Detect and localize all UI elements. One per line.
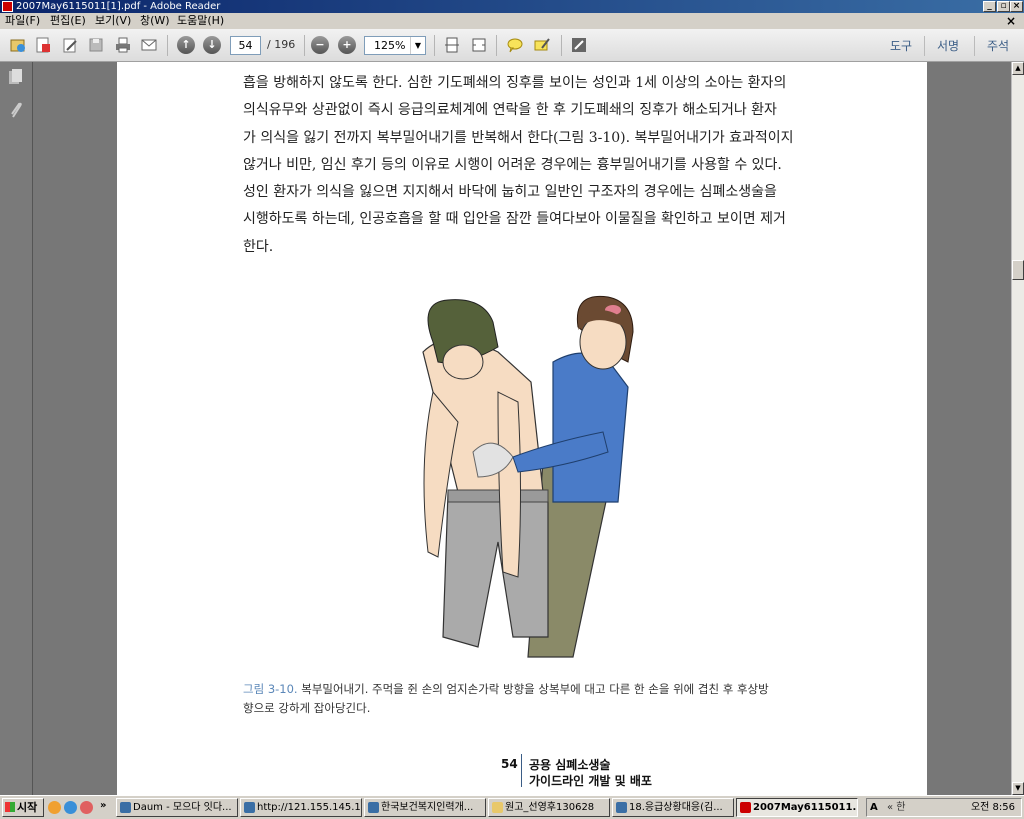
taskbar: 시작 » Daum - 모으다 잇다... http://121.155.145…	[0, 795, 1024, 819]
caption-text: 복부밀어내기. 주먹을 쥔 손의 엄지손가락 방향을 상복부에 대고 다른 한 …	[297, 682, 769, 696]
document-area[interactable]: 흡을 방해하지 않도록 한다. 심한 기도폐쇄의 징후를 보이는 성인과 1세 …	[33, 62, 1011, 795]
menu-file[interactable]: 파일(F)	[3, 13, 42, 29]
comment-icon[interactable]	[505, 35, 525, 55]
quicklaunch-icon[interactable]	[80, 801, 93, 814]
ie-icon[interactable]	[64, 801, 77, 814]
adobe-reader-window: 2007May6115011[1].pdf - Adobe Reader _ ▫…	[0, 0, 1024, 819]
ime-indicator[interactable]: A	[870, 799, 878, 816]
taskbar-item[interactable]: Daum - 모으다 잇다...	[116, 798, 238, 817]
taskbar-item-label: http://121.155.145.1...	[257, 802, 362, 813]
taskbar-item-label: 원고_선영후130628	[505, 802, 595, 813]
text-line: 가 의식을 잃기 전까지 복부밀어내기를 반복해서 한다(그림 3-10). 복…	[243, 129, 794, 146]
document-close-icon[interactable]: ×	[1006, 13, 1016, 29]
caption-number: 그림 3-10.	[243, 682, 298, 696]
ie-icon	[244, 802, 255, 813]
menu-view[interactable]: 보기(V)	[93, 13, 133, 29]
zoom-out-icon[interactable]: −	[310, 35, 330, 55]
email-icon[interactable]	[139, 35, 159, 55]
start-label: 시작	[17, 801, 38, 814]
scroll-up-icon[interactable]: ▲	[1012, 62, 1024, 75]
edit-icon[interactable]	[60, 35, 80, 55]
page-footer-title: 공용 심폐소생술 가이드라인 개발 및 배포	[529, 757, 652, 789]
tab-sign[interactable]: 서명	[937, 36, 959, 56]
quicklaunch-icon[interactable]	[48, 801, 61, 814]
close-button[interactable]: ×	[1010, 1, 1023, 12]
restore-button[interactable]: ▫	[997, 1, 1010, 12]
page-total: / 196	[267, 38, 296, 51]
taskbar-item-label: 2007May6115011...	[753, 802, 858, 813]
pdf-icon	[740, 802, 751, 813]
menu-window[interactable]: 창(W)	[138, 13, 172, 29]
menu-help[interactable]: 도움말(H)	[175, 13, 226, 29]
scroll-thumb[interactable]	[1012, 260, 1024, 280]
system-tray: A « 한 오전 8:56	[866, 798, 1022, 817]
previous-page-icon[interactable]: ↑	[176, 35, 196, 55]
pdf-page: 흡을 방해하지 않도록 한다. 심한 기도폐쇄의 징후를 보이는 성인과 1세 …	[117, 62, 927, 795]
window-title: 2007May6115011[1].pdf - Adobe Reader	[16, 1, 221, 12]
menu-edit[interactable]: 편집(E)	[48, 13, 88, 29]
fullscreen-icon[interactable]	[569, 35, 589, 55]
vertical-scrollbar[interactable]: ▲ ▼	[1011, 62, 1024, 795]
page-footer-number: 54	[501, 757, 518, 771]
quicklaunch-more[interactable]: »	[100, 800, 106, 811]
abdominal-thrust-illustration	[422, 295, 634, 658]
taskbar-item[interactable]: 18.응급상황대응(김...	[612, 798, 734, 817]
caption-text: 향으로 강하게 잡아당긴다.	[243, 701, 371, 715]
text-line: 않거나 비만, 임신 후기 등의 이유로 시행이 어려운 경우에는 흉부밀어내기…	[243, 156, 782, 173]
next-page-icon[interactable]: ↓	[202, 35, 222, 55]
page-thumbnails-icon[interactable]	[7, 68, 25, 88]
scroll-down-icon[interactable]: ▼	[1012, 782, 1024, 795]
folder-icon	[492, 802, 503, 813]
document-icon	[616, 802, 627, 813]
zoom-select[interactable]: 125% ▼	[364, 36, 426, 55]
text-line: 한다.	[243, 238, 274, 255]
taskbar-item[interactable]: 원고_선영후130628	[488, 798, 610, 817]
ie-icon	[120, 802, 131, 813]
adobe-reader-app-icon	[2, 1, 13, 12]
text-line: 성인 환자가 의식을 잃으면 지지해서 바닥에 눕히고 일반인 구조자의 경우에…	[243, 184, 777, 201]
figure-caption: 그림 3-10. 복부밀어내기. 주먹을 쥔 손의 엄지손가락 방향을 상복부에…	[243, 680, 813, 718]
text-line: 시행하도록 하는데, 인공호흡을 할 때 입안을 잠깐 들여다보아 이물질을 확…	[243, 211, 786, 228]
footer-title-line: 가이드라인 개발 및 배포	[529, 774, 652, 788]
minimize-button[interactable]: _	[983, 1, 996, 12]
toolbar: ↑ ↓ 54 / 196 − + 125% ▼ 도구 서명 주석	[0, 29, 1024, 62]
taskbar-item-label: 18.응급상황대응(김...	[629, 802, 723, 813]
highlight-icon[interactable]	[532, 35, 552, 55]
taskbar-item-label: Daum - 모으다 잇다...	[133, 802, 232, 813]
body-paragraph: 흡을 방해하지 않도록 한다. 심한 기도폐쇄의 징후를 보이는 성인과 1세 …	[243, 70, 807, 261]
tab-comment[interactable]: 주석	[987, 36, 1009, 56]
taskbar-item[interactable]: 한국보건복지인력개...	[364, 798, 486, 817]
chevron-down-icon[interactable]: ▼	[410, 37, 425, 54]
ie-icon	[368, 802, 379, 813]
create-pdf-icon[interactable]	[33, 35, 53, 55]
text-line: 의식유무와 상관없이 즉시 응급의료체계에 연락을 한 후 기도폐쇄의 징후가 …	[243, 102, 777, 119]
clock[interactable]: 오전 8:56	[971, 799, 1015, 816]
zoom-in-icon[interactable]: +	[337, 35, 357, 55]
save-icon[interactable]	[86, 35, 106, 55]
taskbar-item-active[interactable]: 2007May6115011...	[736, 798, 858, 817]
fit-width-icon[interactable]	[469, 35, 489, 55]
start-button[interactable]: 시작	[2, 798, 44, 817]
taskbar-item-label: 한국보건복지인력개...	[381, 802, 474, 813]
fit-page-icon[interactable]	[442, 35, 462, 55]
open-file-icon[interactable]	[8, 35, 28, 55]
attachments-icon[interactable]	[7, 102, 25, 122]
print-icon[interactable]	[113, 35, 133, 55]
text-line: 흡을 방해하지 않도록 한다. 심한 기도폐쇄의 징후를 보이는 성인과 1세 …	[243, 75, 787, 91]
footer-divider	[521, 754, 522, 787]
page-number-input[interactable]: 54	[230, 36, 261, 55]
zoom-value: 125%	[374, 39, 406, 52]
windows-flag-icon	[5, 802, 15, 812]
title-bar[interactable]: 2007May6115011[1].pdf - Adobe Reader _ ▫…	[0, 0, 1024, 13]
taskbar-item[interactable]: http://121.155.145.1...	[240, 798, 362, 817]
tray-icons[interactable]: « 한	[887, 799, 906, 816]
navigation-panel	[0, 62, 33, 795]
footer-title-line: 공용 심폐소생술	[529, 758, 611, 772]
tab-tools[interactable]: 도구	[890, 36, 912, 56]
menu-bar: 파일(F) 편집(E) 보기(V) 창(W) 도움말(H) ×	[0, 13, 1024, 29]
